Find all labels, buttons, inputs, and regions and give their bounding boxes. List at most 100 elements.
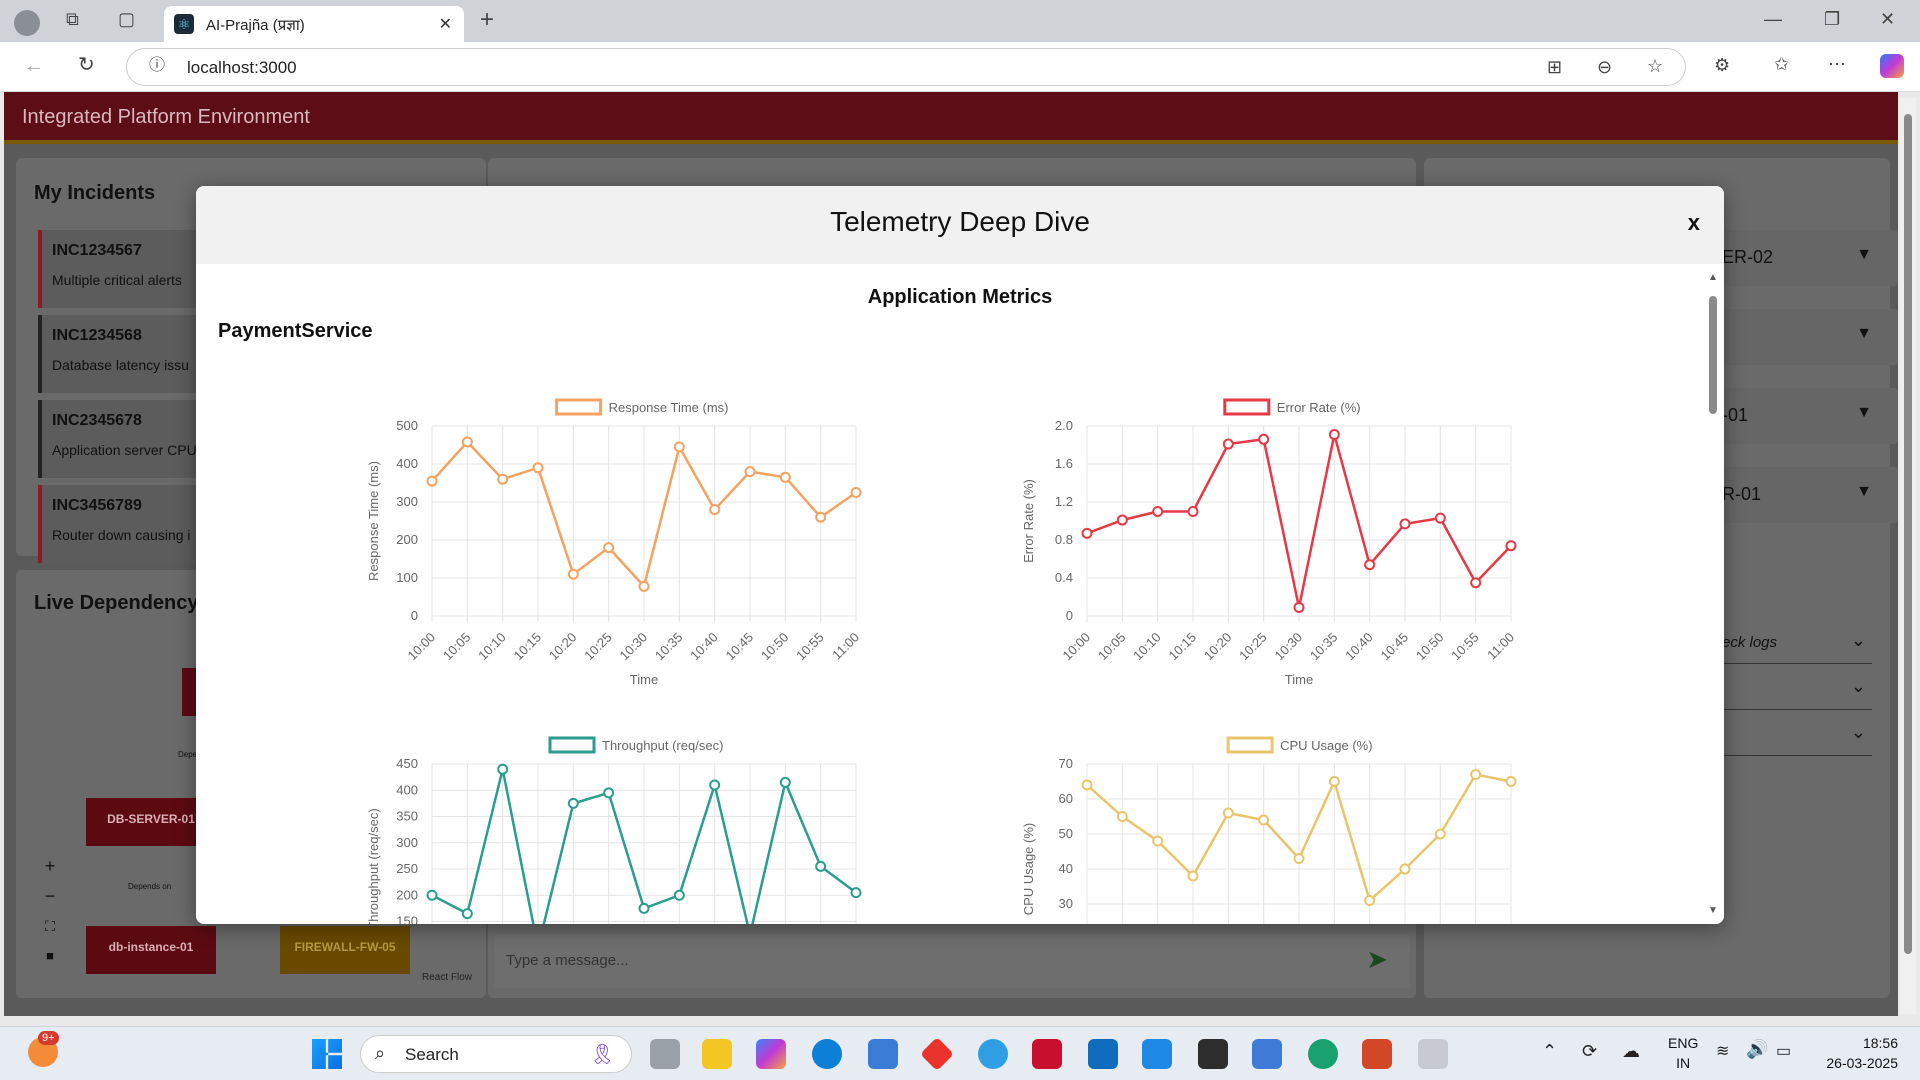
chevron-down-icon[interactable]: ⌄ <box>1851 722 1866 743</box>
x-axis-title: Time <box>630 672 658 687</box>
fit-view-icon[interactable]: ⛶ <box>38 914 62 938</box>
task-view-icon[interactable] <box>650 1039 680 1069</box>
taskbar-search[interactable]: ⌕ Search 🎗 <box>360 1035 632 1073</box>
omnibox[interactable]: ⓘ localhost:3000 ⊞ ⊖ ☆ <box>126 48 1686 86</box>
back-icon[interactable]: ← <box>24 56 44 76</box>
x-tick-label: 10:15 <box>511 630 545 664</box>
help-icon[interactable] <box>978 1039 1008 1069</box>
battery-icon[interactable]: ▭ <box>1776 1041 1791 1061</box>
react-flow-attribution[interactable]: React Flow <box>422 972 472 983</box>
app-title: Integrated Platform Environment <box>22 106 310 128</box>
chevron-down-icon[interactable]: ⌄ <box>1851 630 1866 651</box>
chevron-down-icon[interactable]: ▼ <box>1856 325 1872 343</box>
chevron-down-icon[interactable]: ▼ <box>1856 483 1872 501</box>
clock[interactable]: 18:56 26-03-2025 <box>1826 1033 1898 1073</box>
data-point <box>1081 527 1093 539</box>
sync-icon[interactable]: ⟳ <box>1582 1041 1597 1062</box>
chevron-down-icon[interactable]: ▼ <box>1856 246 1872 264</box>
powerpoint-icon[interactable] <box>1362 1039 1392 1069</box>
x-tick-label: 10:50 <box>758 630 792 664</box>
mcafee-icon[interactable] <box>1032 1039 1062 1069</box>
lock-icon[interactable]: ■ <box>38 944 62 968</box>
refresh-icon[interactable]: ↻ <box>78 55 95 75</box>
incidents-title: My Incidents <box>34 182 156 204</box>
page-scrollbar[interactable] <box>1900 98 1916 1014</box>
favorite-star-icon[interactable]: ☆ <box>1647 57 1663 75</box>
scroll-up-icon[interactable]: ▲ <box>1708 272 1718 283</box>
close-tab-icon[interactable]: ✕ <box>439 14 452 34</box>
incident-desc: Application server CPU <box>52 442 197 458</box>
edge-label: Depends on <box>128 882 172 891</box>
workspaces-icon[interactable]: ⧉ <box>66 10 79 28</box>
maximize-icon[interactable]: ❐ <box>1824 10 1840 28</box>
modal-scrollbar[interactable]: ▲ ▼ <box>1706 272 1720 918</box>
window-close-icon[interactable]: ✕ <box>1880 10 1895 28</box>
scroll-down-icon[interactable]: ▼ <box>1708 905 1718 916</box>
app-red-icon[interactable] <box>920 1037 954 1071</box>
x-tick-label: 10:40 <box>687 630 721 664</box>
chevron-up-icon[interactable]: ⌃ <box>1542 1041 1557 1062</box>
x-tick-label: 10:45 <box>1378 630 1412 664</box>
data-point <box>1116 811 1128 822</box>
browser-tab[interactable]: ⚛ AI-Prajña (प्रज्ञा) ✕ <box>164 6 464 42</box>
language-indicator[interactable]: ENG IN <box>1668 1033 1698 1073</box>
y-tick-label: 2.0 <box>1055 418 1073 433</box>
favorites-icon[interactable]: ✩ <box>1774 55 1789 73</box>
copilot-app-icon[interactable] <box>756 1039 786 1069</box>
zoom-icon[interactable]: ⊖ <box>1597 58 1612 76</box>
incident-desc: Router down causing i <box>52 527 191 543</box>
clock-time: 18:56 <box>1862 1035 1898 1051</box>
message-input[interactable]: Type a message... ➤ <box>494 934 1410 988</box>
y-tick-label: 500 <box>396 418 418 433</box>
zoom-out-icon[interactable]: − <box>38 884 62 908</box>
profile-icon[interactable] <box>14 10 40 36</box>
terminal-icon[interactable] <box>1198 1039 1228 1069</box>
x-tick-label: 10:35 <box>652 630 686 664</box>
data-point <box>709 504 721 516</box>
url-text[interactable]: localhost:3000 <box>187 58 297 78</box>
react-favicon-icon: ⚛ <box>174 14 194 34</box>
extensions-icon[interactable]: ⚙ <box>1714 56 1730 74</box>
wifi-icon[interactable]: ≋ <box>1716 1041 1729 1061</box>
volume-icon[interactable]: 🔊 <box>1746 1039 1768 1060</box>
y-tick-label: 400 <box>396 782 418 797</box>
vertical-tabs-icon[interactable]: ▢ <box>118 10 135 28</box>
edge-icon[interactable] <box>812 1039 842 1069</box>
minimize-icon[interactable]: — <box>1764 10 1782 28</box>
legend-label: CPU Usage (%) <box>1280 738 1372 753</box>
edge-dev-icon[interactable] <box>1308 1039 1338 1069</box>
outlook-icon[interactable] <box>1088 1039 1118 1069</box>
zoom-in-icon[interactable]: + <box>38 854 62 878</box>
node-db-instance[interactable]: db-instance-01 <box>86 926 216 974</box>
snipping-tool-icon[interactable] <box>1418 1039 1448 1069</box>
more-menu-icon[interactable]: ⋯ <box>1828 55 1846 73</box>
send-icon[interactable]: ➤ <box>1366 944 1388 975</box>
vscode-icon[interactable] <box>1142 1039 1172 1069</box>
incident-card[interactable]: INC2345678 Application server CPU <box>38 400 198 478</box>
chevron-down-icon[interactable]: ▼ <box>1856 404 1872 422</box>
page-scrollbar-thumb[interactable] <box>1904 114 1912 954</box>
new-tab-icon[interactable]: + <box>480 8 494 32</box>
incident-card[interactable]: INC1234568 Database latency issu <box>38 315 198 393</box>
chevron-down-icon[interactable]: ⌄ <box>1851 676 1866 697</box>
lang-code: ENG <box>1668 1035 1699 1051</box>
data-point <box>709 779 721 791</box>
app-available-icon[interactable]: ⊞ <box>1547 58 1562 76</box>
incident-card[interactable]: INC3456789 Router down causing i <box>38 485 198 563</box>
copilot-icon[interactable] <box>1880 54 1904 78</box>
x-tick-label: 10:10 <box>475 630 509 664</box>
y-tick-label: 150 <box>396 914 418 925</box>
node-firewall[interactable]: FIREWALL-FW-05 <box>280 926 410 974</box>
site-info-icon[interactable]: ⓘ <box>149 58 165 74</box>
notepad-icon[interactable] <box>1252 1039 1282 1069</box>
incident-id: INC2345678 <box>52 412 142 429</box>
incident-desc: Database latency issu <box>52 357 189 373</box>
file-explorer-icon[interactable] <box>702 1039 732 1069</box>
tab-title: AI-Prajña (प्रज्ञा) <box>206 17 305 34</box>
modal-scrollbar-thumb[interactable] <box>1709 296 1717 414</box>
message-placeholder: Type a message... <box>506 952 629 969</box>
incident-card[interactable]: INC1234567 Multiple critical alerts <box>38 230 198 308</box>
cloud-icon[interactable]: ☁ <box>1622 1041 1640 1062</box>
store-icon[interactable] <box>868 1039 898 1069</box>
windows-start-icon[interactable] <box>312 1039 342 1069</box>
